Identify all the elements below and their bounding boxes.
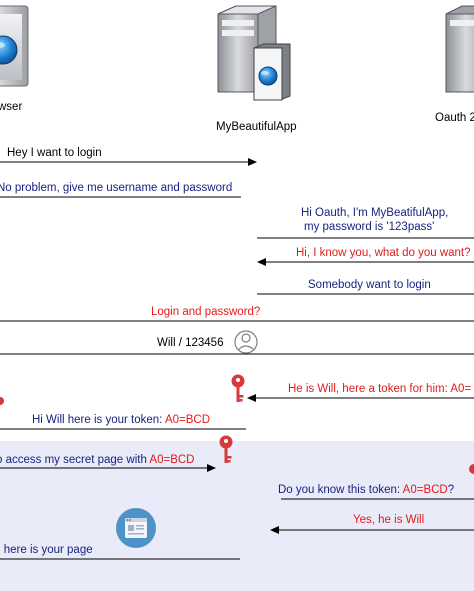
msg-m11: Do you know this token: A0=BCD? bbox=[278, 484, 454, 496]
message-segment: Will / 123456 bbox=[157, 337, 223, 349]
message-segment: A0=BCD bbox=[149, 454, 194, 466]
msg-m10: o access my secret page with A0=BCD bbox=[0, 454, 194, 466]
message-segment: Somebody want to login bbox=[308, 279, 431, 291]
browser-label: wser bbox=[0, 101, 22, 113]
message-segment: No problem, give me username and passwor… bbox=[0, 182, 232, 194]
msg-m7: Will / 123456 bbox=[157, 337, 223, 349]
app-server-icon bbox=[217, 5, 291, 101]
oauth-server-icon bbox=[445, 5, 474, 93]
webpage-icon bbox=[116, 508, 156, 548]
message-segment: Do you know this token: bbox=[278, 484, 403, 496]
msg-m3a: Hi Oauth, I'm MyBeatifulApp, bbox=[301, 207, 448, 219]
msg-m6: Login and password? bbox=[151, 306, 260, 318]
message-segment: A0=BCD bbox=[403, 484, 448, 496]
msg-m9: Hi Will here is your token: A0=BCD bbox=[32, 414, 210, 426]
arrowhead-m8 bbox=[247, 394, 256, 402]
arrowhead-m4 bbox=[257, 258, 266, 266]
message-segment: Login and password? bbox=[151, 306, 260, 318]
key-icon bbox=[0, 397, 4, 405]
message-segment: Yes, he is Will bbox=[353, 514, 424, 526]
oauth-label: Oauth 2 bbox=[435, 112, 474, 124]
message-segment: He is Will, here a token for him: A0= bbox=[288, 383, 471, 395]
message-segment: Hi, I know you, what do you want? bbox=[296, 247, 471, 259]
msg-m4: Hi, I know you, what do you want? bbox=[296, 247, 471, 259]
sequence-diagram: wser MyBeautifulApp Oauth 2 Hey I want t… bbox=[0, 5, 474, 591]
msg-m12: Yes, he is Will bbox=[353, 514, 424, 526]
msg-m13: l here is your page bbox=[0, 544, 93, 556]
message-segment: Hey I want to login bbox=[7, 147, 102, 159]
app-label: MyBeautifulApp bbox=[216, 121, 297, 133]
message-segment: A0=BCD bbox=[165, 414, 210, 426]
msg-m3b: my password is '123pass' bbox=[304, 221, 434, 233]
message-segment: Hi Will here is your token: bbox=[32, 414, 165, 426]
user-icon bbox=[234, 330, 258, 354]
browser-computer-icon bbox=[0, 5, 29, 87]
message-segment: l here is your page bbox=[0, 544, 93, 556]
msg-m2: No problem, give me username and passwor… bbox=[0, 182, 232, 194]
msg-m1: Hey I want to login bbox=[7, 147, 102, 159]
message-segment: ? bbox=[448, 484, 454, 496]
arrowhead-m1 bbox=[248, 158, 257, 166]
message-segment: my password is '123pass' bbox=[304, 221, 434, 233]
msg-m5: Somebody want to login bbox=[308, 279, 431, 291]
msg-m8: He is Will, here a token for him: A0= bbox=[288, 383, 471, 395]
key-icon bbox=[231, 374, 245, 402]
message-segment: o access my secret page with bbox=[0, 454, 149, 466]
message-segment: Hi Oauth, I'm MyBeatifulApp, bbox=[301, 207, 448, 219]
